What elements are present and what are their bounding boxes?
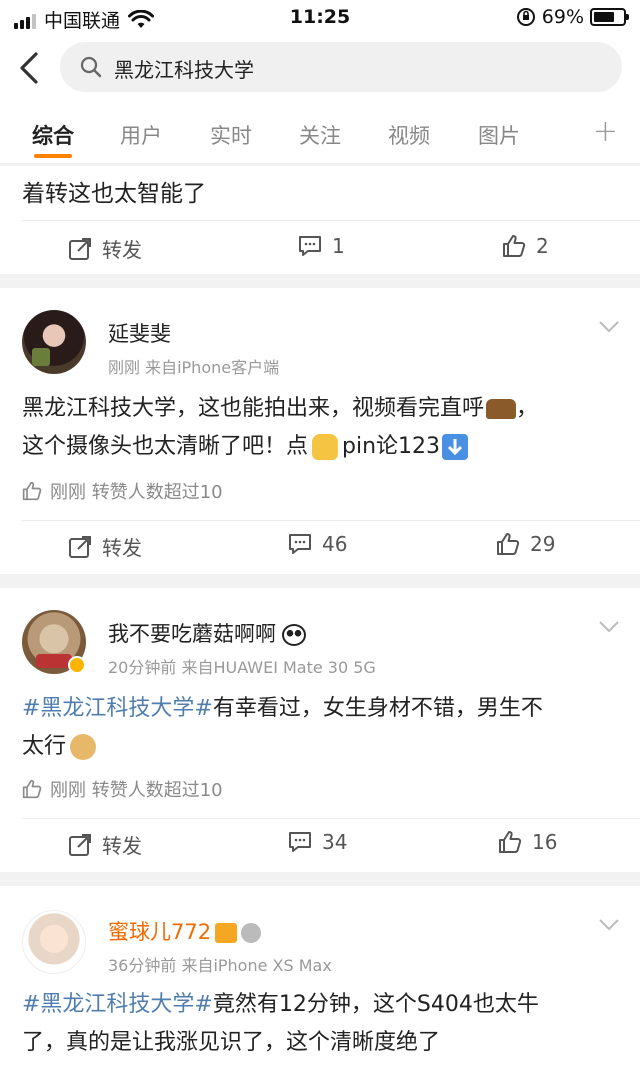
status-bar: 中国联通 11:25 69% [0,0,640,36]
member-medal-icon [241,923,262,943]
hashtag-link[interactable]: #黑龙江科技大学# [22,696,213,721]
like-button[interactable]: 2 [502,234,549,258]
post-actions: 转发 46 29 [0,520,640,576]
username[interactable]: 我不要吃蘑菇啊啊 [108,618,306,648]
tab-realtime[interactable]: 实时 [210,120,252,150]
post-text: #黑龙江科技大学#竟然有12分钟，这个S404也太牛 了，真的是让我涨见识了，这… [22,992,539,1055]
like-icon [497,533,520,555]
like-button[interactable]: 29 [496,532,555,556]
tab-images[interactable]: 图片 [478,120,520,150]
liked-hint: 刚刚 转赞人数超过10 [22,776,223,802]
like-count: 16 [532,830,558,854]
tab-video[interactable]: 视频 [388,120,430,150]
search-icon [80,56,102,78]
search-tabs: 综合 用户 实时 关注 视频 图片 + [0,100,640,164]
repost-icon [69,535,91,558]
search-header: 黑龙江科技大学 [0,36,640,100]
comment-count: 34 [322,830,348,854]
like-icon [22,481,42,501]
repost-button[interactable]: 转发 [68,532,142,561]
post-text: 黑龙江科技大学，这也能拍出来，视频看完直呼， 这个摄像头也太清晰了吧！点 pin论… [22,396,539,460]
search-query: 黑龙江科技大学 [114,58,254,82]
repost-label: 转发 [102,536,142,560]
active-tab-indicator [34,154,72,158]
hashtag-link[interactable]: #黑龙江科技大学# [22,992,213,1017]
like-icon [22,779,42,799]
liked-hint: 刚刚 转赞人数超过10 [22,478,223,504]
tab-users[interactable]: 用户 [120,120,162,150]
like-icon [503,235,526,257]
like-icon [499,831,522,853]
vip-crown-icon [215,923,238,943]
divider [22,220,640,221]
chevron-down-icon[interactable] [598,918,620,932]
comment-button[interactable]: 34 [288,830,347,854]
like-count: 2 [536,234,549,258]
thumbs-up-emoji-icon [312,434,339,460]
post-text: 着转这也太智能了 [22,181,206,207]
add-tab-button[interactable]: + [593,114,618,149]
post-card[interactable]: 着转这也太智能了 转发 1 2 [0,166,640,274]
repost-button[interactable]: 转发 [68,830,142,859]
comment-button[interactable]: 1 [298,234,345,258]
post-actions: 转发 34 16 [0,818,640,874]
avatar[interactable] [22,910,86,974]
repost-label: 转发 [102,238,142,262]
battery-percent: 69% [541,6,584,28]
comment-icon [289,832,311,852]
post-meta: 20分钟前 来自HUAWEI Mate 30 5G [108,658,376,677]
comment-icon [289,534,311,554]
battery-icon [590,8,629,26]
avatar[interactable] [22,310,86,374]
repost-icon [69,833,91,856]
search-input[interactable]: 黑龙江科技大学 [60,42,622,92]
verified-badge-icon [68,656,86,674]
like-button[interactable]: 16 [498,830,557,854]
post-card[interactable]: 我不要吃蘑菇啊啊 20分钟前 来自HUAWEI Mate 30 5G #黑龙江科… [0,588,640,872]
chevron-down-icon[interactable] [598,320,620,334]
post-meta: 刚刚 来自iPhone客户端 [108,358,280,377]
username[interactable]: 蜜球儿772 [108,916,262,946]
post-meta: 36分钟前 来自iPhone XS Max [108,956,332,975]
post-text: #黑龙江科技大学#有幸看过，女生身材不错，男生不 太行 [22,696,543,760]
back-icon[interactable] [16,50,46,86]
post-actions: 转发 1 2 [0,222,640,278]
username[interactable]: 延斐斐 [108,318,171,348]
repost-button[interactable]: 转发 [68,234,142,263]
comment-icon [299,236,321,256]
orientation-lock-icon [516,8,535,26]
comment-button[interactable]: 46 [288,532,347,556]
tab-following[interactable]: 关注 [299,120,341,150]
down-arrow-emoji-icon [442,434,469,460]
post-card[interactable]: 蜜球儿772 36分钟前 来自iPhone XS Max #黑龙江科技大学#竟然… [0,886,640,1074]
like-count: 29 [530,532,556,556]
post-card[interactable]: 延斐斐 刚刚 来自iPhone客户端 黑龙江科技大学，这也能拍出来，视频看完直呼… [0,288,640,574]
comment-count: 1 [332,234,345,258]
doge-emoji-icon [70,734,97,760]
ox-emoji-icon [486,399,517,419]
repost-label: 转发 [102,834,142,858]
comment-count: 46 [322,532,348,556]
repost-icon [69,237,91,260]
panda-emoji-icon [282,624,306,646]
tab-all[interactable]: 综合 [32,120,74,150]
chevron-down-icon[interactable] [598,620,620,634]
